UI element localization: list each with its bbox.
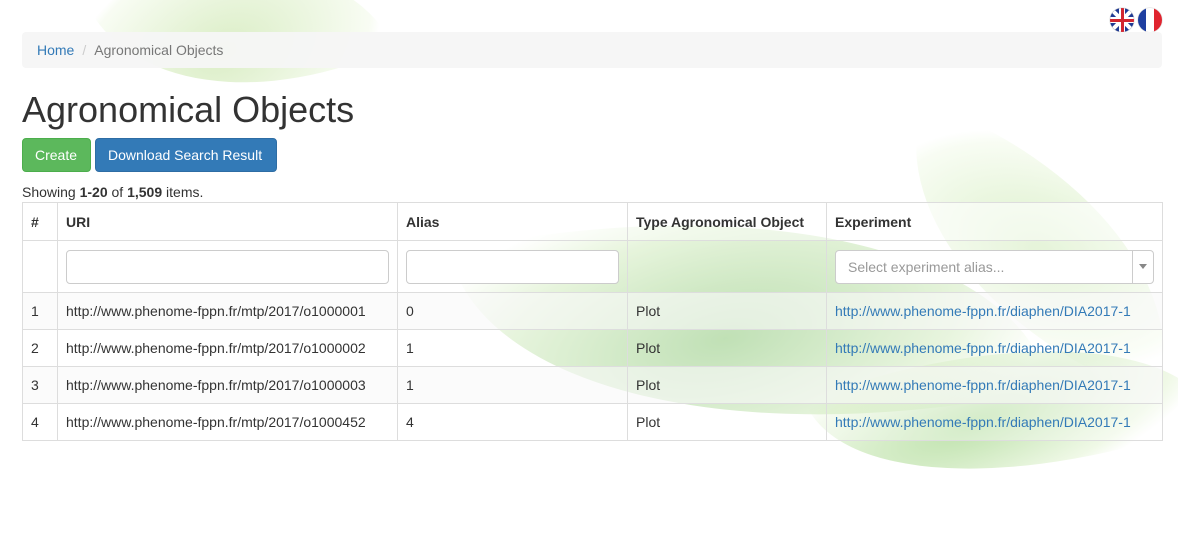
row-uri: http://www.phenome-fppn.fr/mtp/2017/o100… — [57, 329, 398, 367]
row-experiment-link[interactable]: http://www.phenome-fppn.fr/diaphen/DIA20… — [835, 414, 1131, 430]
row-type: Plot — [627, 329, 827, 367]
fr-flag-icon[interactable] — [1138, 8, 1162, 32]
table-header-row: # URI Alias Type Agronomical Object Expe… — [22, 202, 1163, 241]
alias-filter-input[interactable] — [406, 249, 619, 284]
page-title: Agronomical Objects — [22, 89, 355, 130]
row-alias: 4 — [397, 403, 628, 441]
row-type: Plot — [627, 403, 827, 441]
breadcrumb-home-link[interactable]: Home — [37, 42, 74, 58]
filter-cell-empty — [22, 240, 58, 293]
column-header-uri[interactable]: URI — [57, 202, 398, 241]
row-type: Plot — [627, 366, 827, 404]
row-experiment-link[interactable]: http://www.phenome-fppn.fr/diaphen/DIA20… — [835, 303, 1131, 319]
row-uri: http://www.phenome-fppn.fr/mtp/2017/o100… — [57, 366, 398, 404]
column-header-experiment[interactable]: Experiment — [826, 202, 1163, 241]
row-number: 3 — [22, 366, 58, 404]
summary-total: 1,509 — [127, 184, 163, 200]
row-number: 2 — [22, 329, 58, 367]
filter-cell-experiment: Select experiment alias... — [826, 240, 1163, 293]
language-switcher — [1110, 8, 1162, 32]
summary-suffix: items. — [162, 184, 204, 200]
row-number: 1 — [22, 292, 58, 330]
background-leaf-decoration — [86, 0, 394, 157]
filter-cell-type — [627, 240, 827, 293]
row-experiment-cell: http://www.phenome-fppn.fr/diaphen/DIA20… — [826, 403, 1163, 441]
chevron-down-icon[interactable] — [1132, 250, 1153, 283]
row-uri: http://www.phenome-fppn.fr/mtp/2017/o100… — [57, 292, 398, 330]
breadcrumb: Home / Agronomical Objects — [22, 32, 1162, 68]
breadcrumb-separator: / — [82, 42, 87, 58]
summary-range: 1-20 — [79, 184, 108, 200]
row-type: Plot — [627, 292, 827, 330]
table-row: 3 http://www.phenome-fppn.fr/mtp/2017/o1… — [22, 366, 1163, 404]
summary-prefix: Showing — [22, 184, 80, 200]
create-button[interactable]: Create — [22, 138, 91, 172]
row-alias: 1 — [397, 329, 628, 367]
row-experiment-cell: http://www.phenome-fppn.fr/diaphen/DIA20… — [826, 366, 1163, 404]
uk-flag-icon[interactable] — [1110, 8, 1134, 32]
experiment-filter-select[interactable]: Select experiment alias... — [835, 249, 1154, 284]
column-header-type[interactable]: Type Agronomical Object — [627, 202, 827, 241]
uri-filter-input[interactable] — [66, 249, 389, 284]
filter-cell-uri — [57, 240, 398, 293]
agronomical-objects-table: # URI Alias Type Agronomical Object Expe… — [22, 202, 1163, 441]
filter-cell-alias — [397, 240, 628, 293]
row-alias: 1 — [397, 366, 628, 404]
table-filter-row: Select experiment alias... — [22, 240, 1163, 293]
row-experiment-link[interactable]: http://www.phenome-fppn.fr/diaphen/DIA20… — [835, 377, 1131, 393]
column-header-alias[interactable]: Alias — [397, 202, 628, 241]
row-number: 4 — [22, 403, 58, 441]
experiment-filter-placeholder: Select experiment alias... — [848, 258, 1005, 275]
row-alias: 0 — [397, 292, 628, 330]
table-row: 1 http://www.phenome-fppn.fr/mtp/2017/o1… — [22, 292, 1163, 330]
row-uri: http://www.phenome-fppn.fr/mtp/2017/o100… — [57, 403, 398, 441]
table-row: 4 http://www.phenome-fppn.fr/mtp/2017/o1… — [22, 403, 1163, 441]
column-header-number[interactable]: # — [22, 202, 58, 241]
row-experiment-cell: http://www.phenome-fppn.fr/diaphen/DIA20… — [826, 329, 1163, 367]
download-search-result-button[interactable]: Download Search Result — [95, 138, 277, 172]
results-summary: Showing 1-20 of 1,509 items. — [22, 184, 203, 200]
row-experiment-cell: http://www.phenome-fppn.fr/diaphen/DIA20… — [826, 292, 1163, 330]
row-experiment-link[interactable]: http://www.phenome-fppn.fr/diaphen/DIA20… — [835, 340, 1131, 356]
breadcrumb-current: Agronomical Objects — [94, 42, 224, 58]
summary-of: of — [107, 184, 128, 200]
table-row: 2 http://www.phenome-fppn.fr/mtp/2017/o1… — [22, 329, 1163, 367]
